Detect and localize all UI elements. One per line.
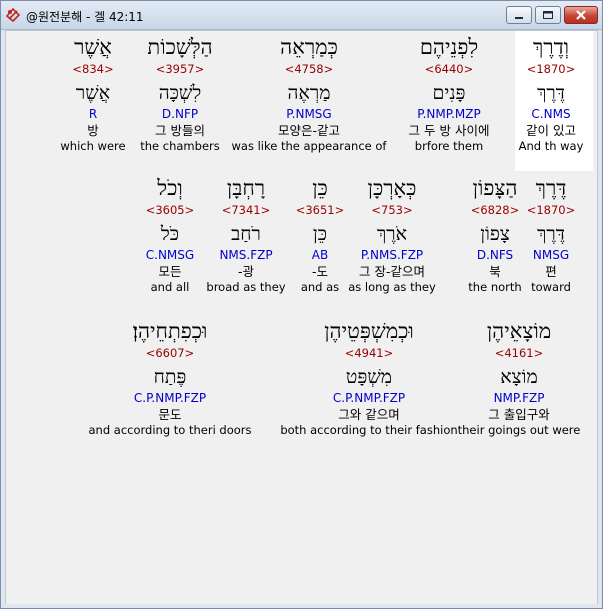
strong-number: <834> — [72, 62, 114, 76]
close-button[interactable] — [564, 6, 598, 24]
lemma-word: כֹּל — [160, 223, 180, 245]
word-entry[interactable]: וְכֹל <3605> כֹּל C.NMSG 모든 and all — [80, 175, 260, 295]
strong-number: <3605> — [145, 203, 195, 217]
word-entry[interactable]: וּכְפִתְחֵיהֶן׃ <6607> פֶּתַח C.P.NMP.FZP 문도… — [80, 318, 260, 438]
word-entry[interactable]: אֲשֶׁר <834> אֲשֶׁר R 방 which were — [3, 34, 183, 154]
strong-number: <4941> — [344, 346, 394, 360]
word-entry[interactable]: וּכְמִשְׁפְּטֵיהֶן <4941> מִשְׁפָּט C.P.NMP… — [279, 318, 459, 438]
morphology-code: C.NMSG — [145, 248, 195, 262]
window-title: @원전분해 - 겔 42:11 — [26, 10, 144, 24]
minimize-button[interactable] — [506, 6, 532, 24]
morphology-code: C.P.NMP.FZP — [133, 391, 207, 405]
morphology-code: C.P.NMP.FZP — [332, 391, 406, 405]
english-gloss: and all — [150, 280, 190, 294]
hebrew-word: אֲשֶׁר — [74, 35, 112, 59]
english-gloss: which were — [60, 139, 126, 153]
korean-gloss: 모든 — [158, 264, 182, 279]
lemma-word: פֶּתַח — [153, 366, 187, 388]
close-icon — [576, 10, 586, 20]
korean-gloss: 방 — [87, 123, 99, 138]
english-gloss: both according to their fashion — [280, 423, 458, 437]
interlinear-panel: וְדֶרֶךְ <1870> דֶּרֶךְ C.NMS 같이 있고 And th wa… — [5, 30, 598, 606]
title-bar[interactable]: @원전분해 - 겔 42:11 — [1, 1, 602, 30]
korean-gloss: 문도 — [158, 407, 182, 422]
morphology-code: R — [88, 107, 98, 121]
window-bottom-edge — [1, 604, 602, 608]
korean-gloss: 그와 같으며 — [338, 407, 400, 422]
minimize-icon — [515, 17, 523, 19]
hebrew-word: וּכְפִתְחֵיהֶן׃ — [132, 319, 208, 343]
hebrew-word: וְכֹל — [157, 176, 183, 200]
lemma-word: מִשְׁפָּט — [345, 366, 393, 388]
maximize-button[interactable] — [535, 6, 561, 24]
lemma-word: אֲשֶׁר — [75, 82, 111, 104]
english-gloss: and according to theri doors — [88, 423, 252, 437]
hebrew-word: וּכְמִשְׁפְּטֵיהֶן — [324, 319, 414, 343]
maximize-icon — [543, 11, 553, 19]
app-icon[interactable] — [5, 7, 21, 23]
app-window: @원전분해 - 겔 42:11 וְדֶרֶךְ <1870> דֶּרֶךְ C.N… — [0, 0, 603, 609]
strong-number: <6607> — [145, 346, 195, 360]
